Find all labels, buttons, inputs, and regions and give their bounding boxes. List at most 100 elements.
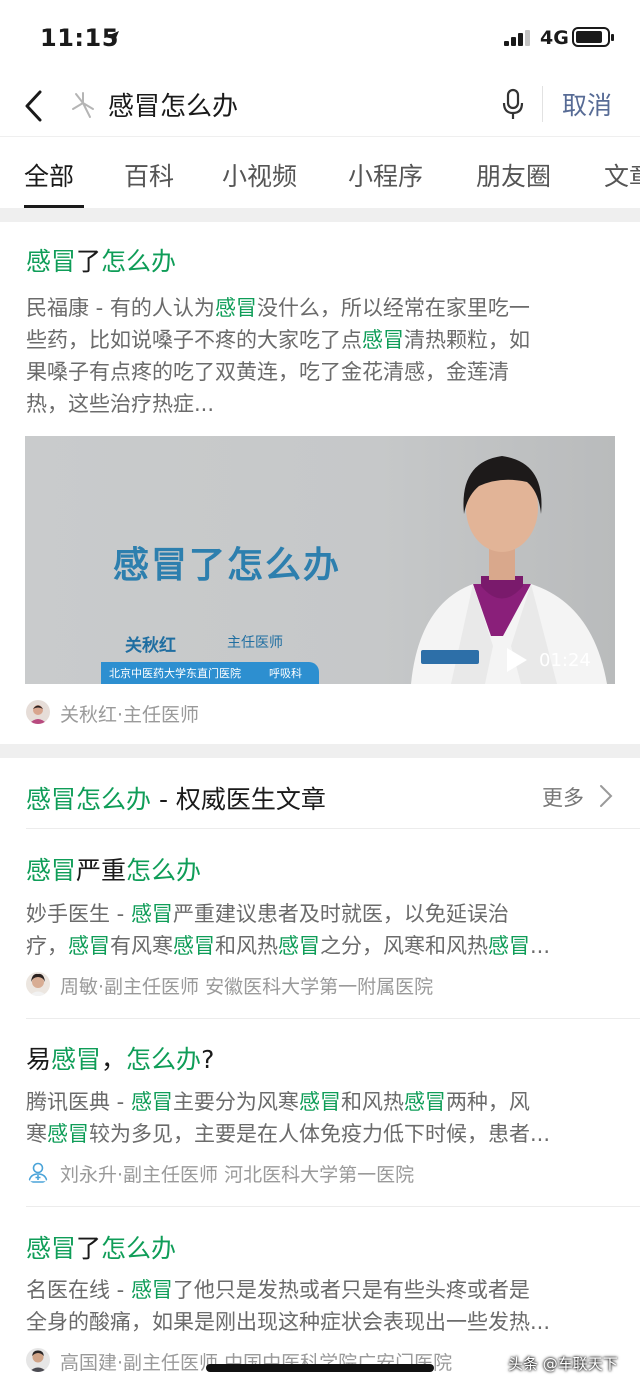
more-button[interactable]: 更多 [542, 782, 584, 812]
tab-short-video[interactable]: 小视频 [222, 157, 297, 193]
snippet-line: 全身的酸痛，如果是刚出现这种症状会表现出一些发热... [26, 1306, 614, 1338]
snippet-highlight: 感冒 [130, 1090, 173, 1114]
snippet-highlight: 感冒 [214, 296, 257, 320]
video-hospital-banner: 北京中医药大学东直门医院 呼吸科 [101, 662, 319, 684]
snippet-text: 之分，风寒和风热 [320, 934, 488, 958]
title-text: 易 [26, 1045, 52, 1074]
article-byline: 刘永升·副主任医师 河北医科大学第一医院 [60, 1164, 415, 1186]
snippet-text: 疗， [26, 934, 68, 958]
home-indicator [206, 1364, 434, 1372]
video-doctor-name: 关秋红 [125, 636, 176, 656]
search-star-icon [72, 92, 94, 118]
snippet-text: 热，这些治疗热症... [26, 392, 215, 416]
tab-all[interactable]: 全部 [24, 157, 74, 193]
video-duration: 01:24 [539, 650, 591, 671]
tab-bar: 全部 百科 小视频 小程序 朋友圈 文章 [0, 136, 640, 209]
snippet-line: 寒感冒较为多见，主要是在人体免疫力低下时候，患者... [26, 1118, 614, 1150]
tab-moments[interactable]: 朋友圈 [476, 157, 551, 193]
snippet-text: 和风热 [215, 934, 278, 958]
snippet-line: 热，这些治疗热症... [26, 388, 614, 420]
section-title-text: - 权威医生文章 [151, 785, 326, 814]
article-snippet: 妙手医生 - 感冒严重建议患者及时就医，以免延误治 疗，感冒有风寒感冒和风热感冒之… [26, 898, 614, 962]
battery-icon [572, 27, 614, 47]
video-hospital: 北京中医药大学东直门医院 [109, 667, 241, 680]
location-arrow-icon [105, 31, 119, 45]
snippet-text: 果嗓子有点疼的吃了双黄连，吃了金花清感，金莲清 [26, 360, 509, 384]
snippet-highlight: 感冒 [403, 1090, 446, 1114]
snippet-highlight: 感冒 [488, 934, 530, 958]
section-title-highlight: 感冒怎么办 [26, 785, 152, 814]
snippet-text: 清热颗粒，如 [404, 328, 530, 352]
article-title[interactable]: 感冒严重怎么办 [26, 851, 201, 887]
snippet-highlight: 感冒 [278, 934, 320, 958]
article-snippet: 腾讯医典 - 感冒主要分为风寒感冒和风热感冒两种，风 寒感冒较为多见，主要是在人体… [26, 1086, 614, 1150]
divider [26, 1018, 640, 1019]
doctor-icon [26, 1160, 50, 1184]
video-thumbnail[interactable]: 感冒了怎么办 关秋红 主任医师 北京中医药大学东直门医院 呼吸科 01:24 [25, 436, 615, 684]
section-separator [0, 744, 640, 758]
title-text: ， [101, 1045, 127, 1074]
snippet-text: 没什么，所以经常在家里吃一 [256, 296, 530, 320]
snippet-highlight: 感冒 [298, 1090, 341, 1114]
tab-mini-program[interactable]: 小程序 [348, 157, 423, 193]
avatar [26, 972, 50, 996]
snippet-line: 名医在线 - 感冒了他只是发热或者只是有些头疼或者是 [26, 1274, 614, 1306]
title-highlight: 怎么办 [126, 1045, 202, 1074]
snippet-highlight: 感冒 [68, 934, 110, 958]
tab-articles[interactable]: 文章 [604, 157, 640, 193]
title-highlight: 感冒 [26, 1234, 77, 1263]
title-highlight: 怎么办 [126, 856, 202, 885]
section-title[interactable]: 感冒怎么办 - 权威医生文章 [26, 780, 326, 816]
snippet-highlight: 感冒 [130, 1278, 173, 1302]
article-title[interactable]: 感冒了怎么办 [26, 1229, 176, 1265]
snippet-text: 和风热 [340, 1090, 404, 1114]
chevron-right-icon[interactable] [598, 784, 614, 808]
snippet-line: 妙手医生 - 感冒严重建议患者及时就医，以免延误治 [26, 898, 614, 930]
network-type: 4G [540, 27, 569, 49]
snippet-highlight: 感冒 [362, 328, 404, 352]
snippet-line: 果嗓子有点疼的吃了双黄连，吃了金花清感，金莲清 [26, 356, 614, 388]
title-text: 了 [76, 1234, 102, 1263]
title-highlight: 感冒 [26, 856, 77, 885]
microphone-icon[interactable] [500, 88, 526, 122]
snippet-line: 些药，比如说嗓子不疼的大家吃了点感冒清热颗粒，如 [26, 324, 614, 356]
title-text: ? [201, 1045, 215, 1074]
snippet-text: 寒 [26, 1122, 47, 1146]
divider [26, 1206, 640, 1207]
article-byline: 周敏·副主任医师 安徽医科大学第一附属医院 [60, 976, 434, 998]
doctor-portrait-image [411, 456, 607, 684]
result-title[interactable]: 感冒了怎么办 [26, 242, 176, 278]
snippet-line: 疗，感冒有风寒感冒和风热感冒之分，风寒和风热感冒... [26, 930, 614, 962]
article-snippet: 名医在线 - 感冒了他只是发热或者只是有些头疼或者是全身的酸痛，如果是刚出现这种… [26, 1274, 614, 1338]
title-highlight: 感冒 [51, 1045, 102, 1074]
play-icon[interactable] [505, 646, 529, 674]
back-chevron-icon[interactable] [22, 88, 46, 124]
title-highlight: 怎么办 [101, 247, 177, 276]
result-byline: 关秋红·主任医师 [60, 704, 200, 726]
video-title: 感冒了怎么办 [113, 545, 342, 586]
title-text: 了 [76, 247, 102, 276]
watermark: 头条 @车联天下 [508, 1355, 618, 1373]
section-separator [0, 208, 640, 222]
title-highlight: 感冒 [26, 247, 77, 276]
search-input[interactable]: 感冒怎么办 [108, 86, 238, 123]
result-snippet: 民福康 - 有的人认为感冒没什么，所以经常在家里吃一 些药，比如说嗓子不疼的大家… [26, 292, 614, 420]
snippet-text: 较为多见，主要是在人体免疫力低下时候，患者... [89, 1122, 551, 1146]
search-bar: 感冒怎么办 取消 [0, 76, 640, 136]
video-doctor-role: 主任医师 [227, 635, 283, 651]
snippet-highlight: 感冒 [173, 934, 215, 958]
snippet-text: 两种，风 [445, 1090, 530, 1114]
snippet-text: 主要分为风寒 [172, 1090, 299, 1114]
snippet-text: 腾讯医典 - [26, 1090, 131, 1114]
cancel-button[interactable]: 取消 [562, 86, 612, 122]
snippet-highlight: 感冒 [47, 1122, 89, 1146]
snippet-text: 严重建议患者及时就医，以免延误治 [172, 902, 509, 926]
snippet-line: 腾讯医典 - 感冒主要分为风寒感冒和风热感冒两种，风 [26, 1086, 614, 1118]
signal-icon [504, 30, 530, 46]
divider [26, 828, 640, 829]
snippet-text: 全身的酸痛，如果是刚出现这种症状会表现出一些发热... [26, 1310, 551, 1334]
video-dept: 呼吸科 [269, 667, 302, 680]
article-title[interactable]: 易感冒，怎么办? [26, 1040, 214, 1076]
tab-encyclopedia[interactable]: 百科 [124, 157, 174, 193]
status-bar: 11:15 4G [0, 0, 640, 76]
